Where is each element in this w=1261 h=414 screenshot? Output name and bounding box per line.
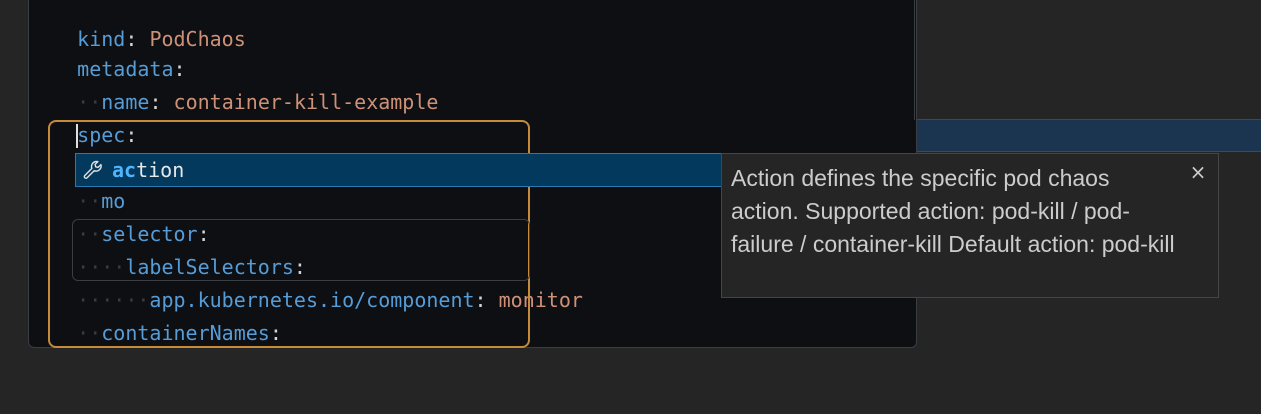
editor-border-line [914,0,915,120]
code-line[interactable]: ······app.kubernetes.io/component: monit… [29,251,583,312]
yaml-value: container-kill-example [173,90,439,114]
code-line[interactable]: ····labelSelectors: [29,218,306,279]
suggestion-match-highlight: ac [112,158,137,182]
suggestion-label: action [112,158,184,182]
code-line[interactable]: ··selector: [29,185,209,246]
code-line[interactable]: ··containerNames: [29,284,282,345]
yaml-separator: : [149,90,174,114]
yaml-value: monitor [498,288,583,312]
details-text: Action defines the specific pod chaos ac… [731,165,1175,257]
suggestion-details-panel: Action defines the specific pod chaos ac… [721,153,1219,298]
yaml-separator: : [269,321,282,345]
code-line[interactable]: ··name: container-kill-example [29,53,438,114]
yaml-separator: : [474,288,499,312]
text-cursor [76,124,78,148]
wrench-icon [82,159,104,181]
code-line[interactable]: metadata: [29,20,185,81]
suggestion-rest: tion [136,158,185,182]
code-line[interactable]: spec: [29,86,137,147]
close-icon[interactable]: × [1188,162,1208,182]
yaml-separator: : [125,123,138,147]
code-line[interactable]: ····- prometheus [29,317,270,347]
suggestion-item-action[interactable]: action [75,153,722,187]
